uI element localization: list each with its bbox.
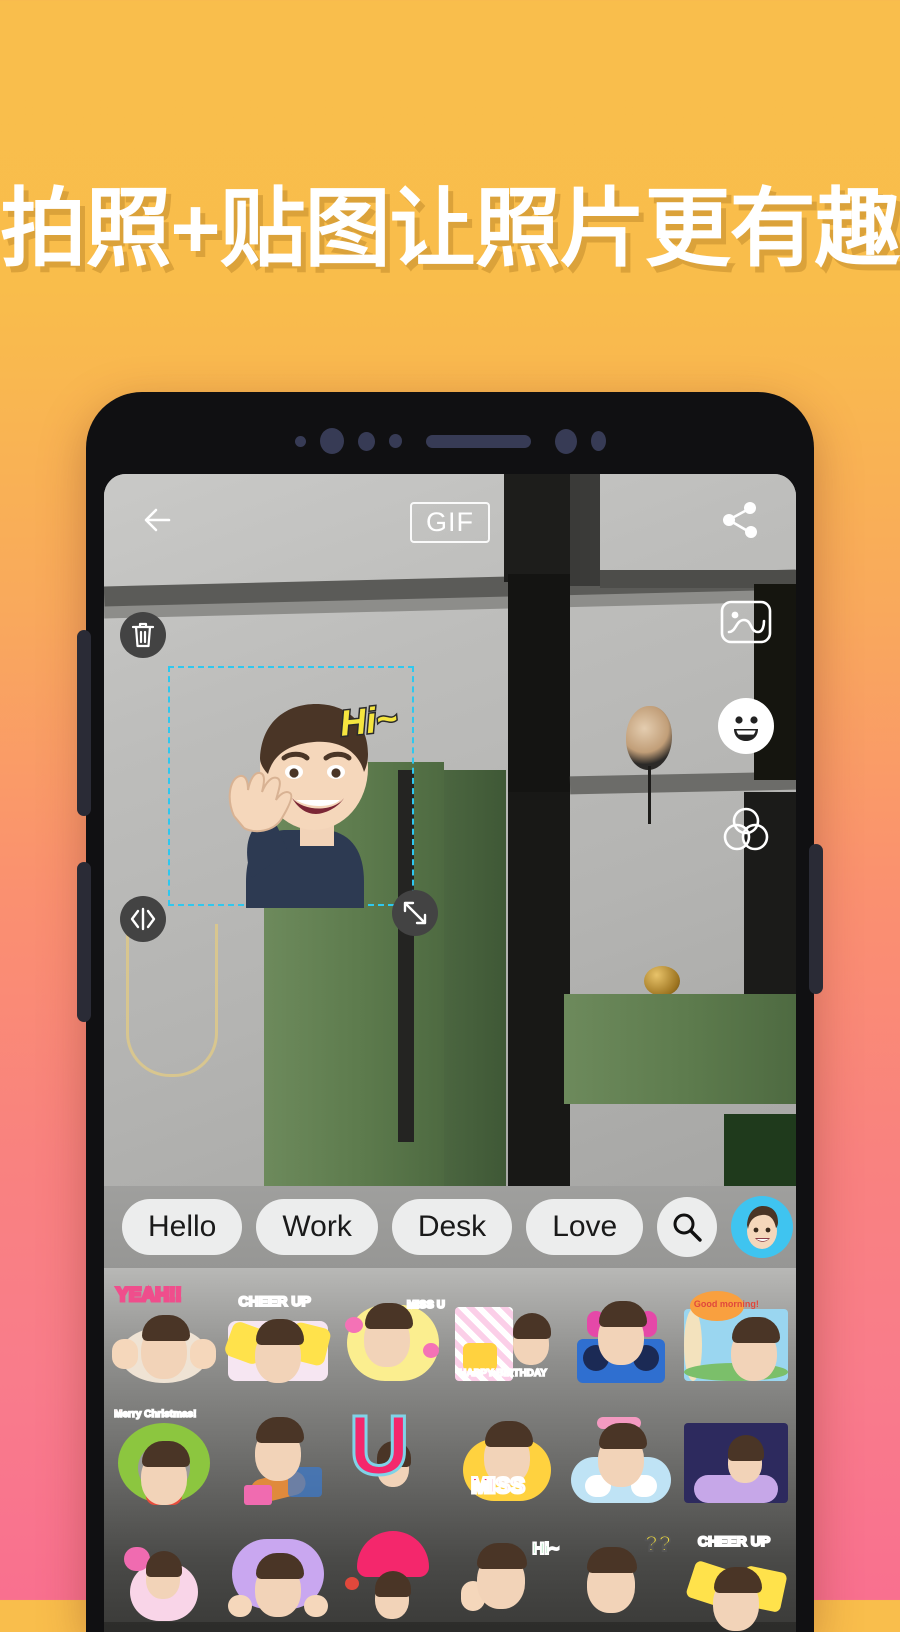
- sensor-dot-icon: [554, 428, 577, 454]
- photo-background-tool-button[interactable]: [718, 594, 774, 650]
- sticker-grid[interactable]: YEAH!! CHEER UP MISS U HAPPY BIRTHDAY Go…: [104, 1268, 796, 1632]
- chip-hello[interactable]: Hello: [122, 1199, 243, 1255]
- sticker-tool-button[interactable]: [718, 698, 774, 754]
- sticker-caption: U: [347, 1398, 411, 1492]
- search-icon: [673, 1213, 702, 1242]
- editor-tool-rail: [718, 594, 774, 858]
- sticker-caption: MISS U: [406, 1298, 446, 1312]
- sticker-item[interactable]: [222, 1394, 334, 1512]
- phone-screen: GIF Hi~ Hello Work Desk Love YEAH!! CHEE…: [104, 474, 796, 1632]
- shelf-column: [508, 792, 570, 1186]
- sticker-item[interactable]: [337, 1514, 449, 1632]
- sticker-caption: Good morning!: [693, 1299, 759, 1309]
- sticker-item[interactable]: Hi~: [451, 1514, 563, 1632]
- front-camera-icon: [319, 428, 344, 454]
- chip-desk[interactable]: Desk: [391, 1199, 513, 1255]
- sticker-item[interactable]: Merry Christmas!: [108, 1394, 220, 1512]
- sticker-item[interactable]: [565, 1274, 677, 1392]
- decor-stone-stand: [648, 766, 651, 824]
- trash-icon: [131, 622, 155, 648]
- avatar-icon: [747, 1206, 779, 1249]
- sticker-item[interactable]: Good morning!: [680, 1274, 792, 1392]
- sticker-category-bar: Hello Work Desk Love: [104, 1186, 796, 1268]
- sticker-caption: Hi~: [531, 1538, 560, 1559]
- shelf-dark-panel: [724, 1114, 796, 1186]
- screen-bottom-shadow: [104, 1622, 796, 1632]
- sticker-resize-handle[interactable]: [392, 890, 438, 936]
- photo-canvas[interactable]: GIF Hi~: [104, 474, 796, 1186]
- sticker-caption: MISS: [470, 1472, 527, 1500]
- chip-work[interactable]: Work: [256, 1199, 378, 1255]
- sticker-item[interactable]: [222, 1514, 334, 1632]
- sticker-caption: CHEER UP: [697, 1532, 771, 1550]
- share-icon: [723, 501, 757, 538]
- flip-horizontal-icon: [130, 907, 156, 931]
- share-button[interactable]: [718, 499, 762, 546]
- smiley-icon: [734, 716, 758, 741]
- sticker-caption: YEAH!!: [115, 1284, 183, 1308]
- sticker-item[interactable]: [680, 1394, 792, 1512]
- sticker-item[interactable]: [108, 1514, 220, 1632]
- sensor-dot-icon: [590, 431, 606, 451]
- page-title: 拍照+贴图让照片更有趣: [0, 181, 900, 277]
- green-cabinet: [564, 994, 796, 1104]
- placed-sticker[interactable]: Hi~: [188, 686, 400, 908]
- sticker-item[interactable]: CHEER UP: [680, 1514, 792, 1632]
- sticker-item[interactable]: MISS U: [337, 1274, 449, 1392]
- sensor-dot-icon: [388, 434, 402, 448]
- phone-device-frame: GIF Hi~ Hello Work Desk Love YEAH!! CHEE…: [77, 392, 823, 1632]
- chip-love[interactable]: Love: [526, 1199, 644, 1255]
- sensor-dot-icon: [357, 431, 375, 451]
- image-wave-icon: [720, 600, 772, 644]
- three-circles-icon: [723, 807, 769, 851]
- sticker-item[interactable]: [565, 1394, 677, 1512]
- my-avatar-button[interactable]: [731, 1196, 794, 1258]
- sticker-item[interactable]: ??: [565, 1514, 677, 1632]
- sticker-item[interactable]: U: [337, 1394, 449, 1512]
- sticker-search-button[interactable]: [657, 1197, 718, 1257]
- arrow-left-icon: [144, 508, 171, 531]
- decor-gold-loop: [126, 924, 218, 1077]
- sticker-delete-handle[interactable]: [120, 612, 166, 658]
- green-cabinet: [444, 770, 506, 1186]
- sticker-item[interactable]: YEAH!!: [108, 1274, 220, 1392]
- sticker-caption: HAPPY BIRTHDAY: [458, 1367, 547, 1380]
- sticker-item[interactable]: HAPPY BIRTHDAY: [451, 1274, 563, 1392]
- sticker-caption: CHEER UP: [237, 1292, 311, 1310]
- sticker-item[interactable]: MISS: [451, 1394, 563, 1512]
- assistant-key-button[interactable]: [77, 862, 91, 1022]
- decor-brass-ball: [644, 966, 680, 996]
- earpiece-speaker: [425, 434, 531, 448]
- volume-rocker-button[interactable]: [77, 630, 91, 816]
- sticker-caption: ??: [644, 1530, 673, 1557]
- filter-tool-button[interactable]: [718, 802, 774, 858]
- sticker-caption: Merry Christmas!: [113, 1408, 197, 1421]
- editor-topbar: GIF: [104, 474, 796, 570]
- sensor-dot-icon: [294, 435, 306, 447]
- gif-toggle-button[interactable]: GIF: [410, 501, 490, 543]
- sticker-flip-handle[interactable]: [120, 896, 166, 942]
- resize-diagonal-icon: [403, 901, 427, 925]
- sticker-selection-box[interactable]: Hi~: [120, 612, 438, 942]
- back-button[interactable]: [138, 500, 182, 545]
- phone-sensor-bar: [86, 428, 814, 454]
- power-key-button[interactable]: [809, 844, 823, 994]
- sticker-item[interactable]: CHEER UP: [222, 1274, 334, 1392]
- sticker-caption: Hi~: [336, 696, 400, 746]
